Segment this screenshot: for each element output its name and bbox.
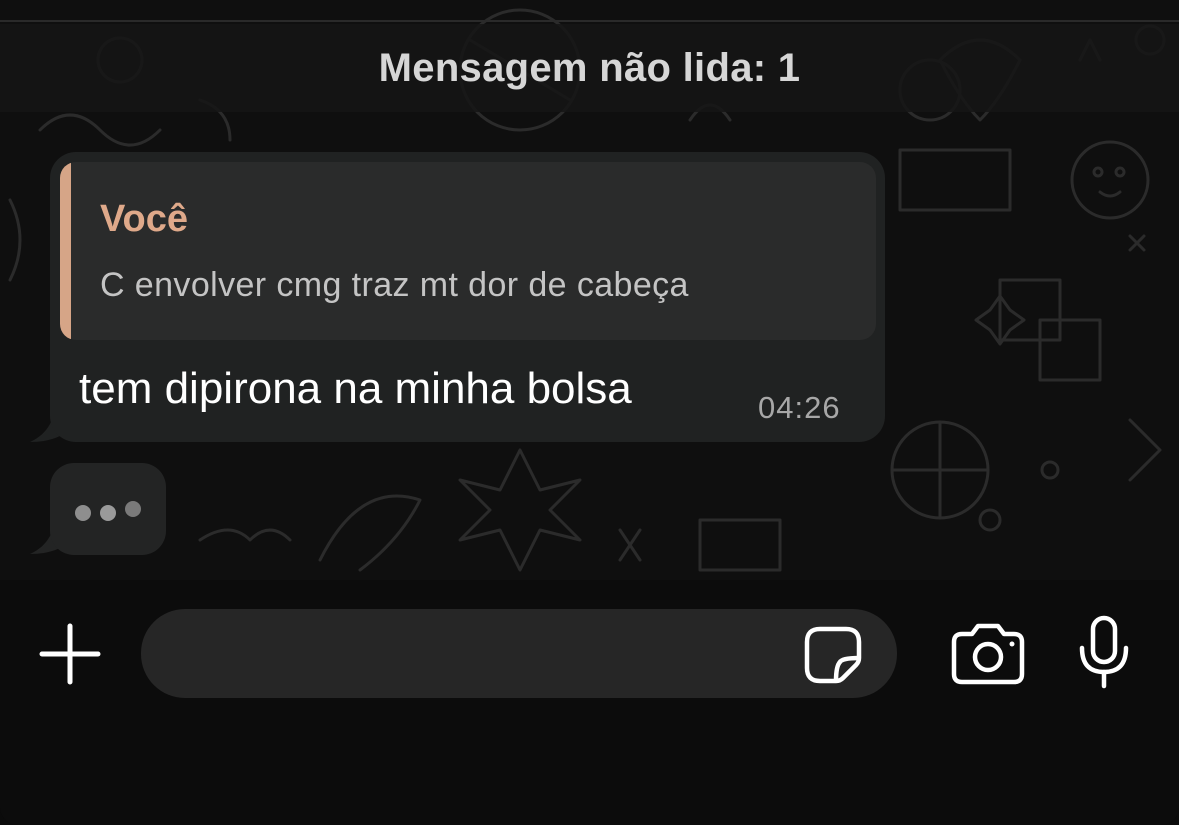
typing-dot (125, 501, 141, 517)
camera-button[interactable] (950, 620, 1026, 686)
message-timestamp: 04:26 (758, 390, 841, 425)
quote-accent-bar (60, 162, 71, 340)
message-input[interactable] (141, 609, 897, 698)
quoted-message[interactable]: Você C envolver cmg traz mt dor de cabeç… (60, 162, 876, 340)
camera-icon (951, 623, 1025, 685)
typing-dot (75, 505, 91, 521)
microphone-icon (1079, 615, 1129, 689)
attach-button[interactable] (36, 620, 104, 688)
top-divider (0, 20, 1179, 22)
sticker-button[interactable] (802, 624, 864, 686)
unread-count-label: Mensagem não lida: 1 (378, 45, 801, 90)
sticker-icon (804, 626, 862, 684)
chat-screen: Mensagem não lida: 1 Você C envolver cmg… (0, 0, 1179, 825)
plus-icon (39, 623, 101, 685)
quote-text: C envolver cmg traz mt dor de cabeça (100, 266, 689, 304)
chat-area[interactable]: Mensagem não lida: 1 Você C envolver cmg… (0, 0, 1179, 580)
unread-banner: Mensagem não lida: 1 (0, 24, 1179, 112)
quote-author: Você (100, 198, 189, 240)
typing-dot (100, 505, 116, 521)
microphone-button[interactable] (1074, 614, 1134, 690)
message-text: tem dipirona na minha bolsa (79, 364, 632, 413)
typing-indicator (50, 463, 166, 555)
